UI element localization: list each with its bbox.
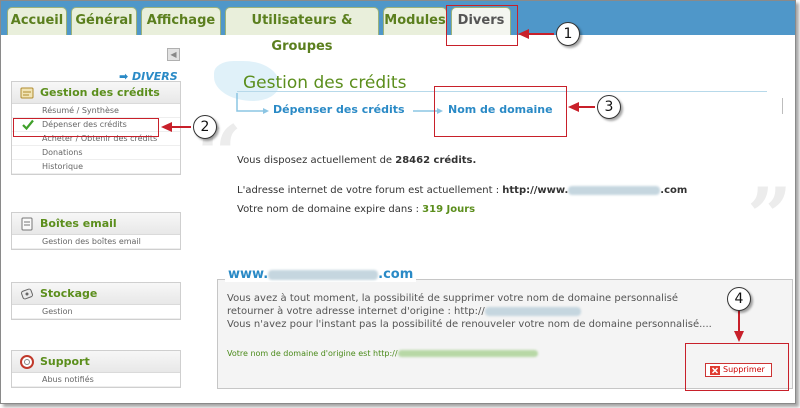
sidebar-item-gestion-boites-email[interactable]: Gestion des boîtes email [12,235,180,249]
annotation-box-nom-domaine [434,86,567,137]
credits-value: 28462 crédits. [395,155,477,166]
panel-title: Boîtes email [40,217,117,230]
sidebar-item-donations[interactable]: Donations [12,146,180,160]
renew-info-line: Vous n'avez pour l'instant pas la possib… [227,319,712,330]
storage-icon [20,288,34,300]
panel-header: Gestion des crédits [12,82,180,104]
forum-address-label: L'adresse internet de votre forum est ac… [237,185,500,196]
legend-prefix: www. [228,267,269,282]
domain-expiry-text: Votre nom de domaine expire dans : 319 J… [237,204,475,215]
sidebar-item-gestion-stockage[interactable]: Gestion [12,305,180,319]
forum-address-text: L'adresse internet de votre forum est ac… [237,185,687,196]
credits-icon [20,87,34,99]
expiry-label: Votre nom de domaine expire dans : [237,204,419,215]
panel-support: Support Abus notifiés [11,350,181,388]
panel-title: Support [40,355,90,368]
redacted-domain [397,350,538,357]
panel-boites-email: Boîtes email Gestion des boîtes email [11,212,181,250]
sidebar-item-abus-notifies[interactable]: Abus notifiés [12,373,180,387]
tab-utilisateurs-groupes[interactable]: Utilisateurs & Groupes [225,7,379,54]
domain-fieldset-legend: www. .com [225,267,417,282]
redacted-domain [568,185,661,195]
tab-accueil[interactable]: Accueil [7,7,67,35]
origin-label: Votre nom de domaine d'origine est http:… [227,349,398,358]
email-icon [21,217,33,231]
top-tab-bar: Accueil Général Affichage Utilisateurs &… [1,1,795,54]
tab-affichage[interactable]: Affichage [141,7,221,35]
credits-label: Vous disposez actuellement de [237,155,393,166]
annotation-box-divers [446,5,518,46]
annotation-marker-3: 3 [597,95,621,119]
annotation-box-supprimer [685,343,789,391]
panel-header: Stockage [12,283,180,305]
panel-title: Gestion des crédits [40,86,160,99]
panel-header: Boîtes email [12,213,180,235]
redacted-domain [268,269,379,280]
collapse-sidebar-button[interactable]: ◀ [167,48,180,61]
sidebar-item-historique[interactable]: Historique [12,160,180,174]
line2-prefix: retourner à votre adresse internet d'ori… [227,306,485,317]
expiry-value: 319 Jours [422,204,476,215]
redacted-domain [484,306,581,316]
sidebar-item-resume[interactable]: Résumé / Synthèse [12,104,180,118]
panel-stockage: Stockage Gestion [11,282,181,320]
page-title: Gestion des crédits [243,73,407,93]
forum-address-prefix: http://www. [502,185,569,196]
tab-general[interactable]: Général [71,7,137,35]
forum-address-suffix: .com [660,185,688,196]
admin-panel-window: Accueil Général Affichage Utilisateurs &… [0,0,796,404]
delete-info-line-1: Vous avez à tout moment, la possibilité … [227,293,679,304]
panel-header: Support [12,351,180,373]
annotation-marker-4: 4 [727,287,751,311]
annotation-marker-2: 2 [193,115,217,139]
delete-info-line-2: retourner à votre adresse internet d'ori… [227,306,581,317]
credits-balance-text: Vous disposez actuellement de 28462 créd… [237,155,476,166]
annotation-marker-1: 1 [556,22,580,46]
panel-title: Stockage [40,287,98,300]
tab-modules[interactable]: Modules [383,7,447,35]
divider [782,98,783,114]
breadcrumb-depenser-credits[interactable]: Dépenser des crédits [273,103,405,116]
quote-close-decoration: ” [747,171,792,262]
legend-suffix: .com [378,267,414,282]
annotation-box-depenser [13,118,159,137]
lifebuoy-icon [20,355,34,369]
origin-domain-text: Votre nom de domaine d'origine est http:… [227,349,538,358]
